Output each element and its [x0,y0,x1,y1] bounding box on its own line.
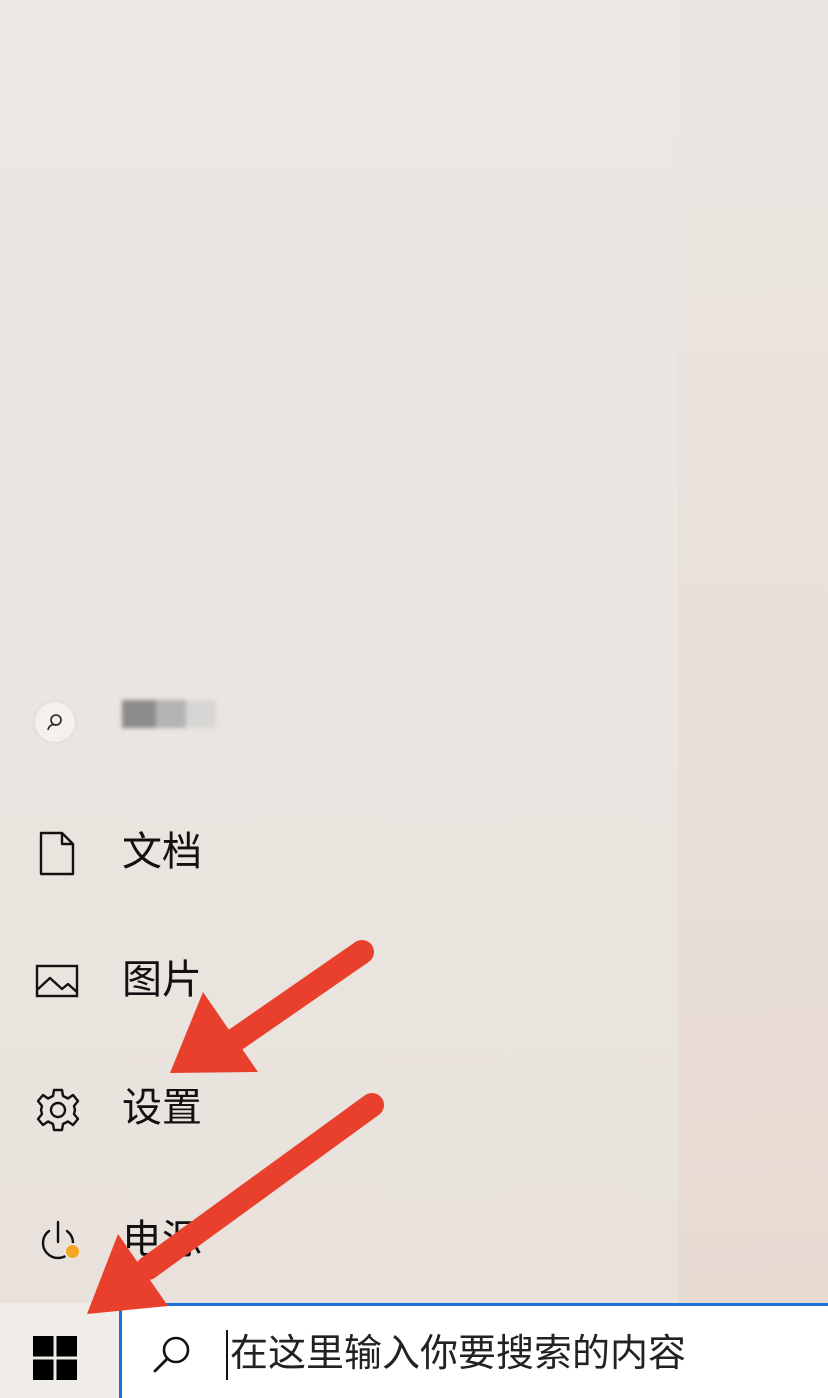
user-icon [35,702,75,742]
search-placeholder: 在这里输入你要搜索的内容 [230,1331,687,1375]
menu-item-settings[interactable]: 设置 [0,1058,678,1158]
menu-item-label: 图片 [122,957,202,1003]
menu-item-label: 电源 [122,1217,202,1263]
menu-item-power[interactable]: 电源 [0,1190,678,1290]
gear-icon [34,1086,82,1134]
menu-item-label: 设置 [122,1085,202,1131]
taskbar: 在这里输入你要搜索的内容 [0,1303,828,1398]
menu-item-label: 文档 [122,829,202,875]
menu-item-pictures[interactable]: 图片 [0,930,678,1030]
desktop-background [678,0,828,1303]
account-name-blurred [122,700,218,736]
document-icon [34,830,82,878]
windows-logo-icon [33,1336,77,1380]
start-button[interactable] [0,1303,118,1398]
desktop-screen: 文档 图片 设置 电源 在这里输入你要搜索的内容 [0,0,828,1398]
picture-icon [34,958,82,1006]
account-button[interactable] [30,690,270,750]
start-menu: 文档 图片 设置 电源 [0,0,678,1303]
power-update-badge [64,1243,81,1260]
menu-item-documents[interactable]: 文档 [0,802,678,902]
search-icon [153,1336,190,1373]
taskbar-search-box[interactable]: 在这里输入你要搜索的内容 [119,1303,828,1398]
text-caret [226,1330,228,1380]
